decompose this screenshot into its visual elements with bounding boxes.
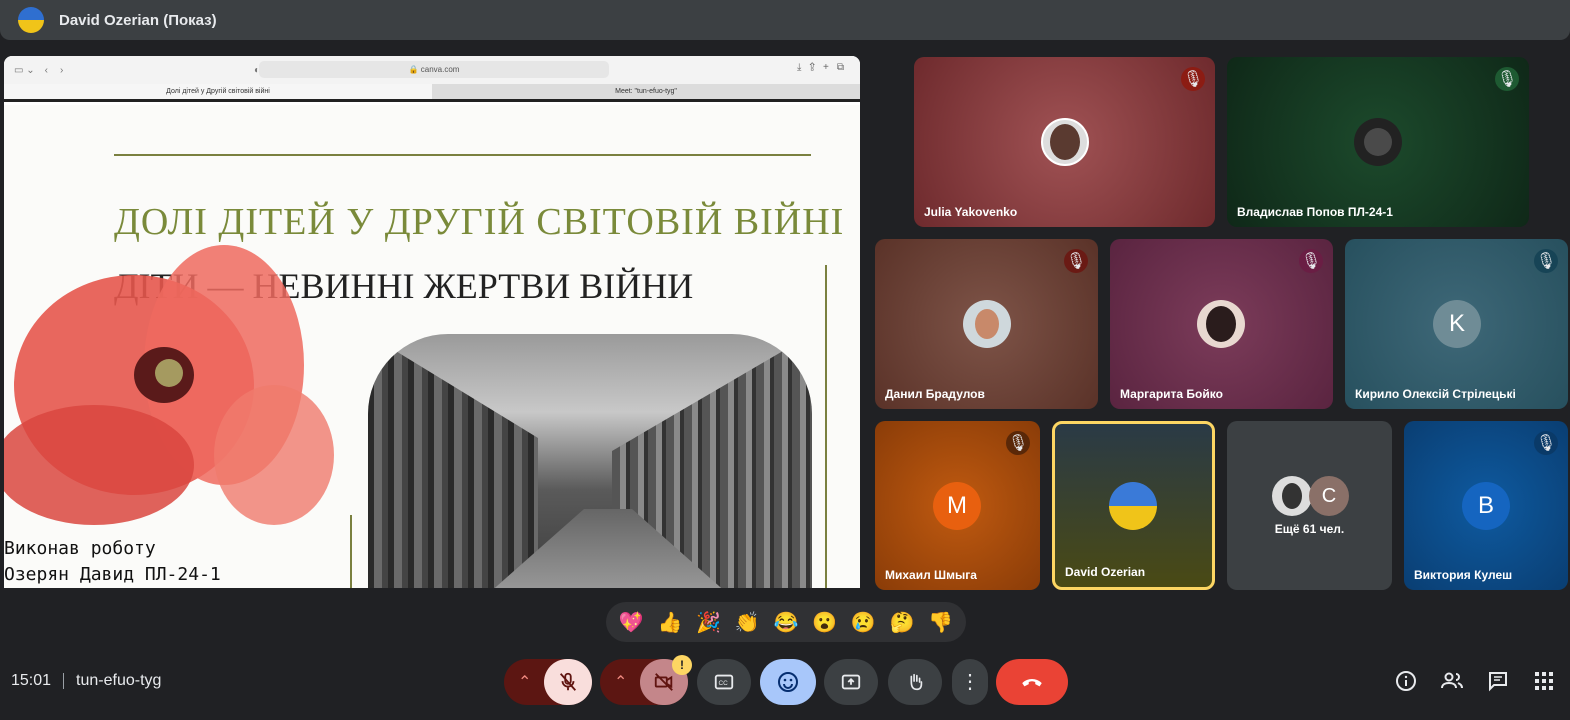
presentation-slide: ДОЛІ ДІТЕЙ У ДРУГІЙ СВІТОВІЙ ВІЙНІ ДІТИ … <box>4 105 860 588</box>
slide-title: ДОЛІ ДІТЕЙ У ДРУГІЙ СВІТОВІЙ ВІЙНІ <box>114 201 845 243</box>
mic-off-icon: 🎙 <box>1064 249 1088 273</box>
avatar <box>1109 482 1157 530</box>
participant-name: Кирило Олексій Стрілецькі <box>1355 387 1516 401</box>
activities-grid-icon[interactable] <box>1532 669 1556 693</box>
reaction-thumbs-down[interactable]: 👎 <box>928 610 953 635</box>
avatar <box>1041 118 1089 166</box>
captions-icon: CC <box>714 674 734 690</box>
more-vert-icon: ⋮ <box>960 671 980 693</box>
avatar: K <box>1433 300 1481 348</box>
side-controls <box>1394 669 1556 693</box>
tab-meet[interactable]: Meet: "tun-efuo-tyg" <box>432 84 860 99</box>
participant-name: Владислав Попов ПЛ-24-1 <box>1237 205 1393 219</box>
participant-tile[interactable]: 🎙 Данил Брадулов <box>875 239 1098 409</box>
mic-off-icon <box>559 672 577 691</box>
participant-tile[interactable]: M 🎙 Михаил Шмыга <box>875 421 1040 590</box>
mic-off-icon: 🎙 <box>1006 431 1030 455</box>
info-icon[interactable] <box>1394 669 1418 693</box>
participant-name: Виктория Кулеш <box>1414 568 1513 582</box>
browser-toolbar: ▭ ⌄ ‹ › ◐ 🔒 canva.com ⤓⇪+⧉ <box>4 56 860 84</box>
participant-name: Данил Брадулов <box>885 387 985 401</box>
reaction-party[interactable]: 🎉 <box>696 610 721 635</box>
presenter-bar: David Ozerian (Показ) <box>0 0 1570 40</box>
meeting-time: 15:01 <box>11 672 52 689</box>
avatar <box>1197 300 1245 348</box>
reaction-sad[interactable]: 😢 <box>851 610 876 635</box>
slide-divider <box>114 154 811 156</box>
participant-name: Julia Yakovenko <box>924 205 1018 219</box>
present-button[interactable] <box>824 659 878 705</box>
reaction-laugh[interactable]: 😂 <box>774 610 799 635</box>
participant-tile[interactable]: K 🎙 Кирило Олексій Стрілецькі <box>1345 239 1568 409</box>
chat-icon[interactable] <box>1486 669 1510 693</box>
mic-control: ⌃ <box>504 659 592 705</box>
participant-name: Маргарита Бойко <box>1120 387 1223 401</box>
raise-hand-button[interactable] <box>888 659 942 705</box>
mic-off-icon: 🎙 <box>1534 431 1558 455</box>
reaction-surprised[interactable]: 😮 <box>812 610 837 635</box>
svg-text:CC: CC <box>719 680 729 687</box>
presenter-avatar <box>18 7 44 33</box>
present-screen-icon <box>841 674 861 690</box>
meeting-info: 15:01 tun-efuo-tyg <box>11 672 161 690</box>
more-participants-tile[interactable]: C Ещё 61 чел. <box>1227 421 1392 590</box>
people-icon[interactable] <box>1440 669 1464 693</box>
back-icon[interactable]: ‹ <box>45 65 48 76</box>
captions-button[interactable]: CC <box>697 659 751 705</box>
camera-off-icon <box>654 673 673 691</box>
alley-photo <box>368 334 812 588</box>
url-text: canva.com <box>420 65 460 74</box>
slide-credit: Виконав роботу Озерян Давид ПЛ-24-1 <box>4 536 221 588</box>
emoji-button[interactable] <box>760 659 816 705</box>
reactions-bar: 💖 👍 🎉 👏 😂 😮 😢 🤔 👎 <box>606 602 966 642</box>
participant-tile-active-speaker[interactable]: David Ozerian <box>1052 421 1215 590</box>
participant-tile[interactable]: B 🎙 Виктория Кулеш <box>1404 421 1568 590</box>
participant-tile[interactable]: 🎙 Julia Yakovenko <box>914 57 1215 227</box>
avatar <box>1354 118 1402 166</box>
sidebar-icon[interactable]: ▭ ⌄ <box>14 65 35 76</box>
mic-off-icon: 🎙 <box>1299 249 1323 273</box>
slide-accent-line <box>825 265 827 588</box>
avatar: B <box>1462 482 1510 530</box>
browser-actions-icon[interactable]: ⤓⇪+⧉ <box>797 62 852 73</box>
browser-tabs: Долі дітей у Другій світовій війні Meet:… <box>4 84 860 102</box>
address-bar[interactable]: 🔒 canva.com <box>259 61 609 78</box>
reaction-thinking[interactable]: 🤔 <box>889 610 914 635</box>
leave-call-button[interactable] <box>996 659 1068 705</box>
mic-off-icon: 🎙 <box>1181 67 1205 91</box>
shared-screen: ▭ ⌄ ‹ › ◐ 🔒 canva.com ⤓⇪+⧉ Долі дітей у … <box>4 56 860 588</box>
participant-tile[interactable]: 🎙 Маргарита Бойко <box>1110 239 1333 409</box>
presenter-title: David Ozerian (Показ) <box>59 11 217 29</box>
tab-slides[interactable]: Долі дітей у Другій світовій війні <box>4 84 432 99</box>
avatar: M <box>933 482 981 530</box>
warning-badge: ! <box>672 655 692 675</box>
camera-options-chevron-icon[interactable]: ⌃ <box>614 672 627 692</box>
camera-control: ⌃ ! <box>600 655 692 705</box>
more-options-button[interactable]: ⋮ <box>952 659 988 705</box>
mic-off-icon: 🎙 <box>1495 67 1519 91</box>
participant-tile[interactable]: 🎙 Владислав Попов ПЛ-24-1 <box>1227 57 1529 227</box>
reaction-clap[interactable]: 👏 <box>735 610 760 635</box>
hand-icon <box>910 673 923 691</box>
avatar <box>963 300 1011 348</box>
poppy-image <box>4 245 334 525</box>
avatar <box>1272 476 1312 516</box>
reaction-thumbs-up[interactable]: 👍 <box>658 610 683 635</box>
forward-icon[interactable]: › <box>60 65 63 76</box>
hang-up-icon <box>1022 679 1042 687</box>
credit-line-2: Озерян Давид ПЛ-24-1 <box>4 564 221 585</box>
meeting-code: tun-efuo-tyg <box>76 672 162 689</box>
emoji-icon <box>778 672 798 692</box>
participant-name: David Ozerian <box>1065 565 1146 579</box>
mic-off-button[interactable] <box>544 659 592 705</box>
mic-off-icon: 🎙 <box>1534 249 1558 273</box>
mic-options-chevron-icon[interactable]: ⌃ <box>518 672 531 692</box>
credit-line-1: Виконав роботу <box>4 538 156 559</box>
more-participants-label: Ещё 61 чел. <box>1274 522 1345 536</box>
reaction-heart[interactable]: 💖 <box>619 610 644 635</box>
avatar: C <box>1309 476 1349 516</box>
participant-name: Михаил Шмыга <box>885 568 977 582</box>
